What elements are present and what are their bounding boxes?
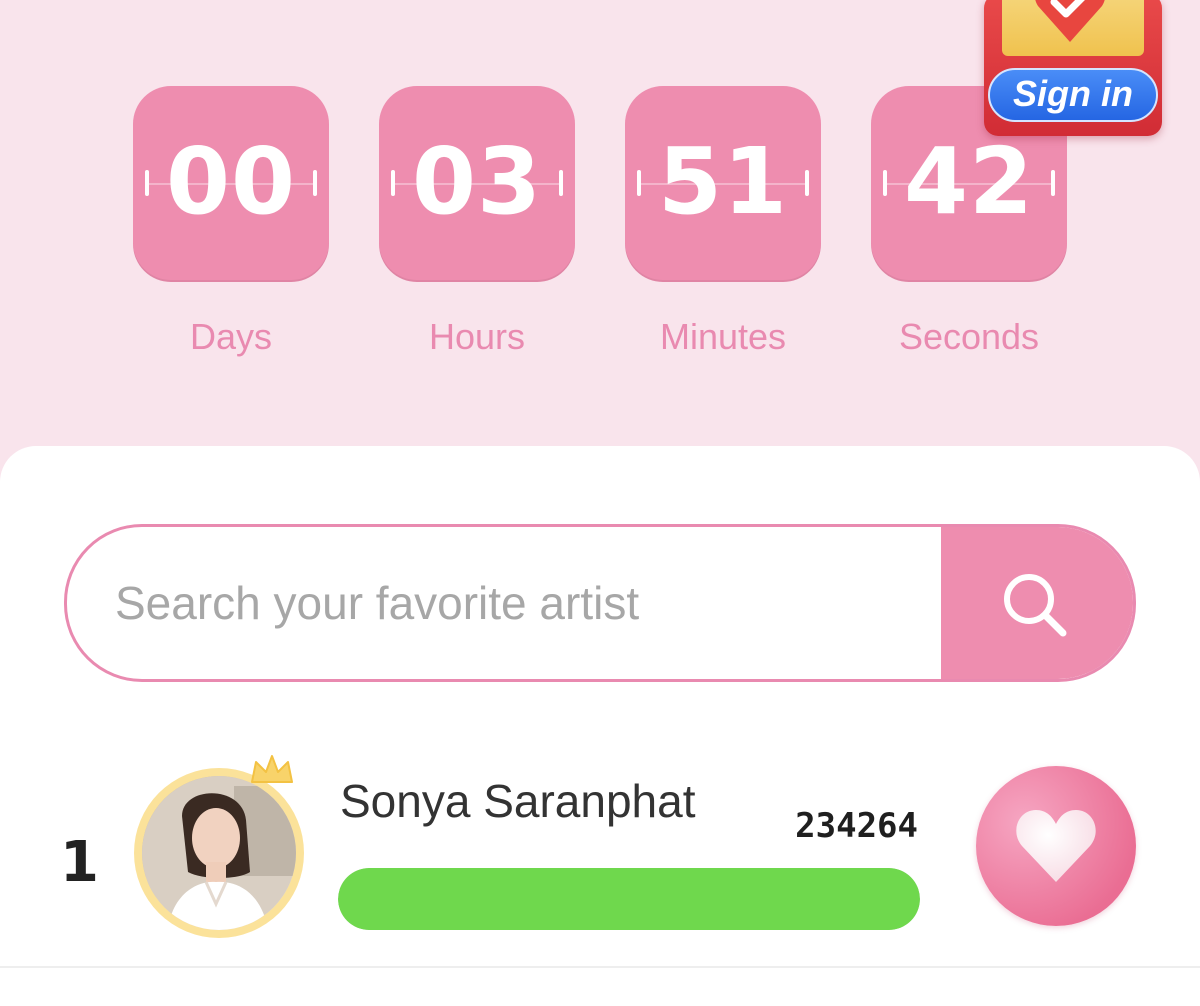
signin-button[interactable]: Sign in	[988, 68, 1158, 122]
artist-photo	[142, 776, 296, 930]
countdown-seconds-value: 42	[903, 128, 1035, 235]
countdown-days-label: Days	[189, 316, 273, 357]
countdown-hours-label: Hours	[428, 316, 526, 357]
countdown-seconds-label: Seconds	[898, 316, 1040, 357]
countdown-minutes-value: 51	[657, 128, 789, 235]
vote-heart-button[interactable]	[976, 766, 1136, 926]
signin-badge[interactable]: Sign in	[984, 0, 1162, 136]
artist-name[interactable]: Sonya Saranphat	[340, 774, 696, 828]
checkmark-heart-icon	[1035, 0, 1105, 42]
crown-icon	[251, 755, 293, 783]
countdown-days-value: 00	[165, 128, 297, 235]
countdown-minutes-box: 51	[625, 86, 821, 282]
artist-ranking-card: 1 Sonya Saranphat 234264	[0, 446, 1200, 1006]
search-button[interactable]	[941, 527, 1133, 679]
countdown-hours-value: 03	[411, 128, 543, 235]
heart-icon	[1016, 810, 1096, 882]
countdown-days: 00 Days	[133, 86, 329, 376]
countdown-hours: 03 Hours	[379, 86, 575, 376]
vote-progress-fill	[338, 868, 920, 930]
countdown-minutes: 51 Minutes	[625, 86, 821, 376]
row-divider	[0, 966, 1200, 968]
portrait-illustration	[142, 776, 296, 930]
countdown-minutes-label: Minutes	[659, 316, 787, 357]
rank-number: 1	[60, 830, 99, 895]
countdown-hours-box: 03	[379, 86, 575, 282]
ranking-row: 1 Sonya Saranphat 234264	[0, 746, 1200, 966]
search-bar	[64, 524, 1136, 682]
vote-count: 234264	[795, 806, 918, 846]
search-icon	[1004, 574, 1067, 637]
countdown-section: 00 Days 03 Hours 51 Minutes 42 Seconds S…	[0, 0, 1200, 470]
countdown-days-box: 00	[133, 86, 329, 282]
vote-progress-bar	[338, 868, 920, 930]
avatar[interactable]	[134, 768, 304, 938]
search-input[interactable]	[67, 527, 947, 679]
